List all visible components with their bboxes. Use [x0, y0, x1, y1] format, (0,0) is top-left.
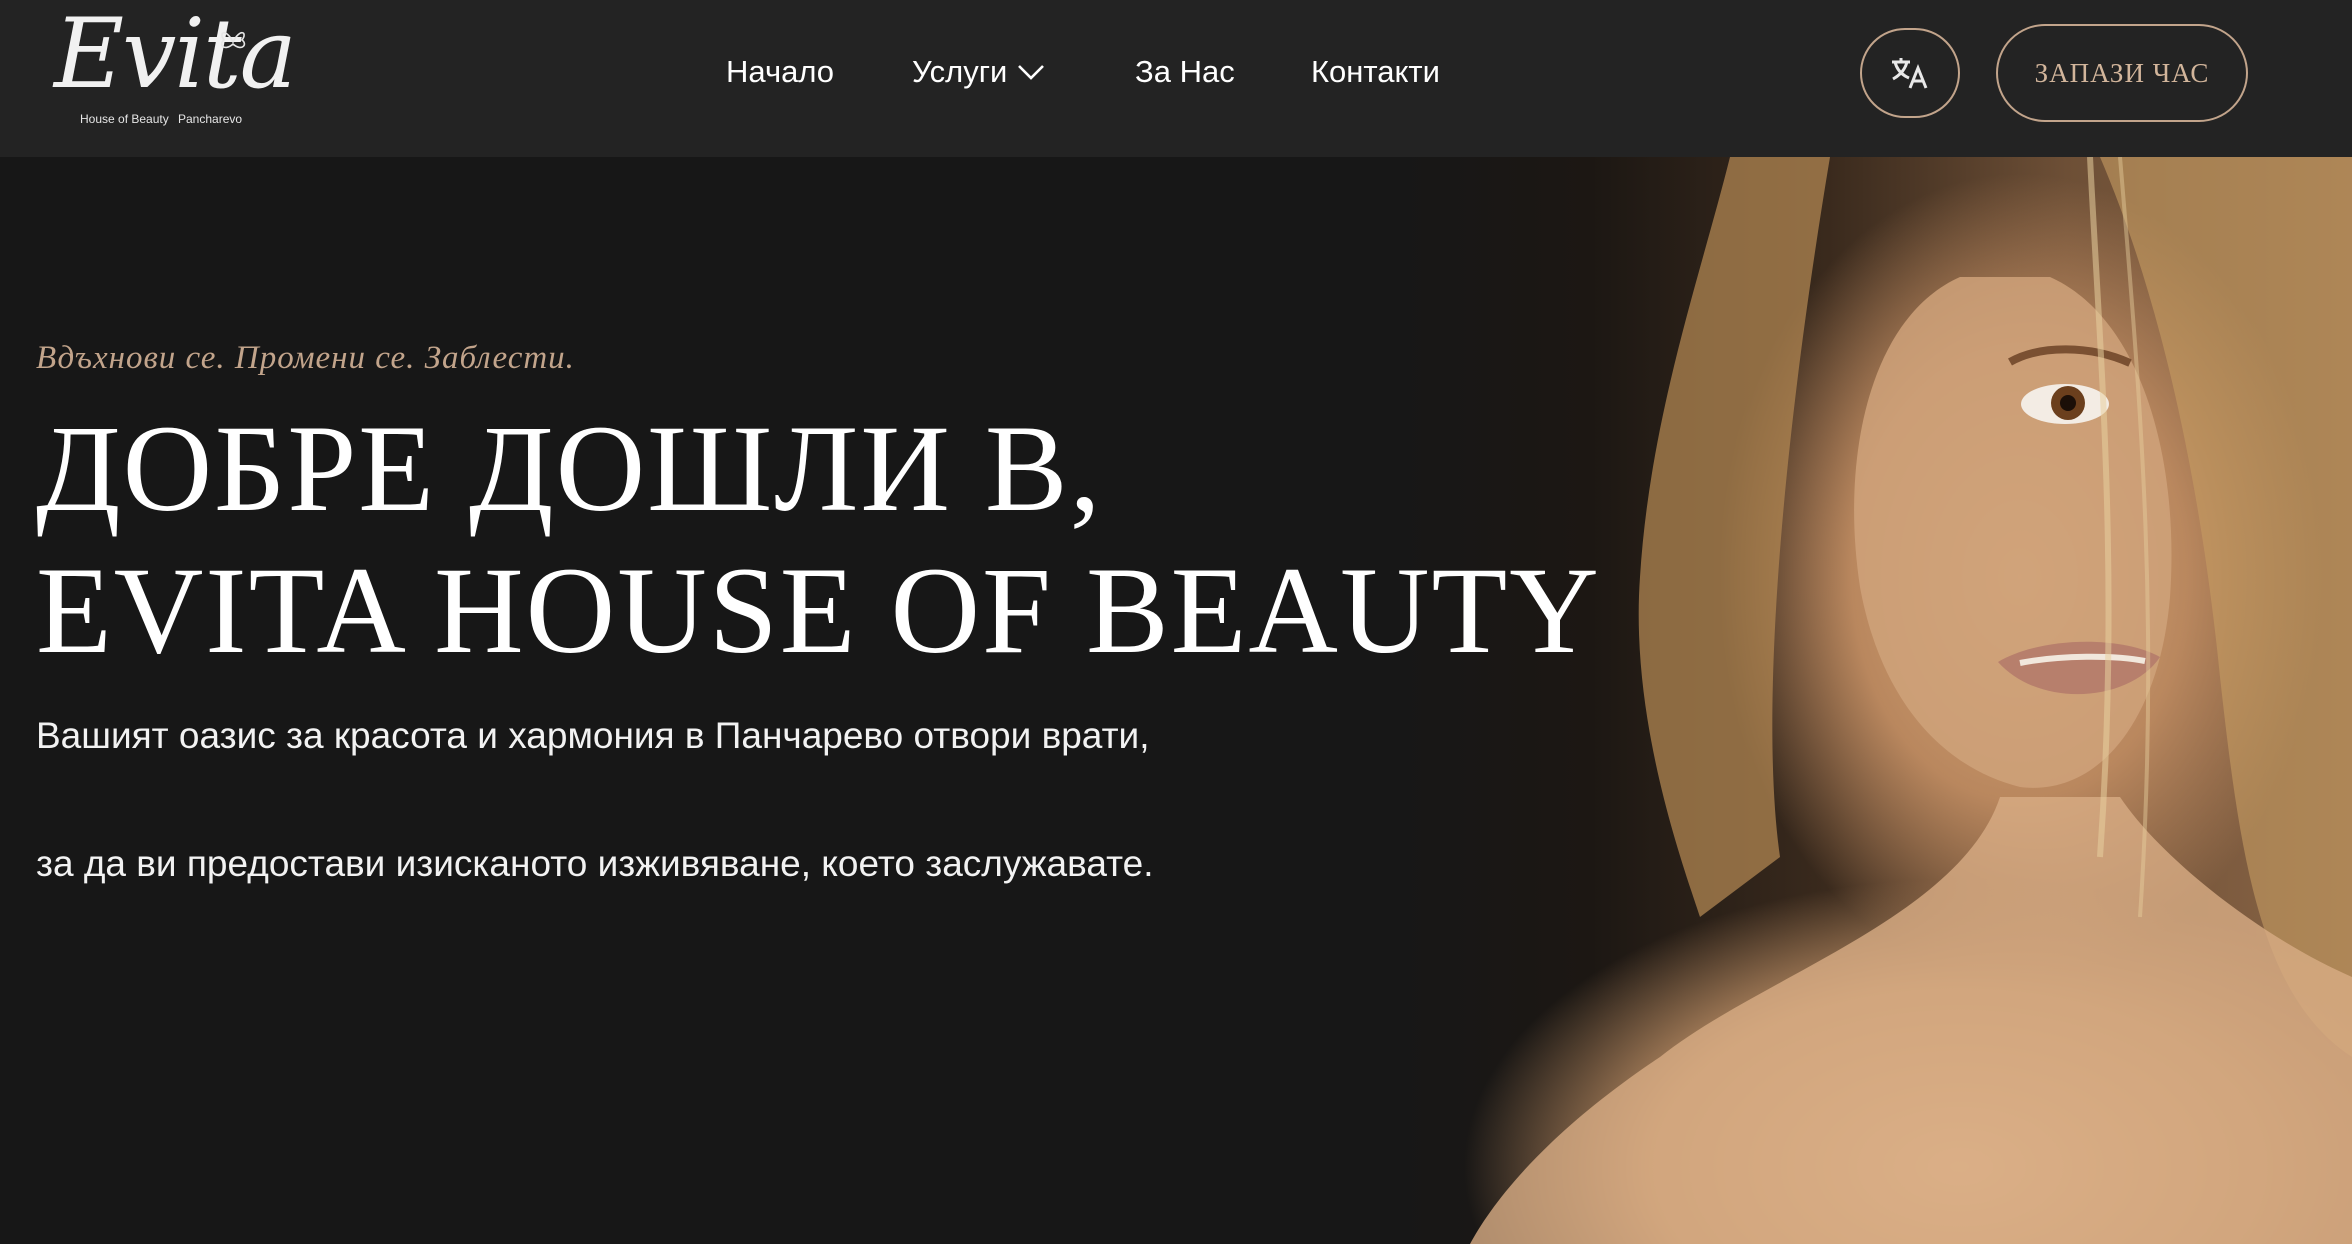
- hero-headline: ДОБРЕ ДОШЛИ В, EVITA HOUSE OF BEAUTY: [36, 398, 1601, 682]
- hero-portrait-image: [1400, 157, 2352, 1244]
- chevron-down-icon: [1018, 64, 1045, 80]
- portrait-illustration: [1470, 157, 2352, 1244]
- hero-tagline: Вдъхнови се. Промени се. Заблести.: [36, 340, 575, 376]
- nav-item-services-label: Услуги: [912, 54, 1008, 89]
- nav-item-about[interactable]: За Нас: [1135, 54, 1235, 90]
- translate-icon: [1892, 58, 1928, 89]
- hero-headline-line2: EVITA HOUSE OF BEAUTY: [36, 542, 1601, 679]
- hero-headline-line1: ДОБРЕ ДОШЛИ В,: [36, 400, 1103, 537]
- nav-item-services[interactable]: Услуги: [912, 54, 1045, 90]
- hero-description-2: за да ви предостави изисканото изживяван…: [36, 843, 1154, 884]
- language-switch-button[interactable]: [1860, 28, 1960, 118]
- book-appointment-button[interactable]: ЗАПАЗИ ЧАС: [1996, 24, 2248, 122]
- nav-item-contacts[interactable]: Контакти: [1311, 54, 1440, 90]
- hero-description-1: Вашият оазис за красота и хармония в Пан…: [36, 715, 1150, 756]
- site-header: Evita House of Beauty Pancharevo Начало …: [0, 0, 2352, 157]
- nav-item-home[interactable]: Начало: [726, 54, 834, 90]
